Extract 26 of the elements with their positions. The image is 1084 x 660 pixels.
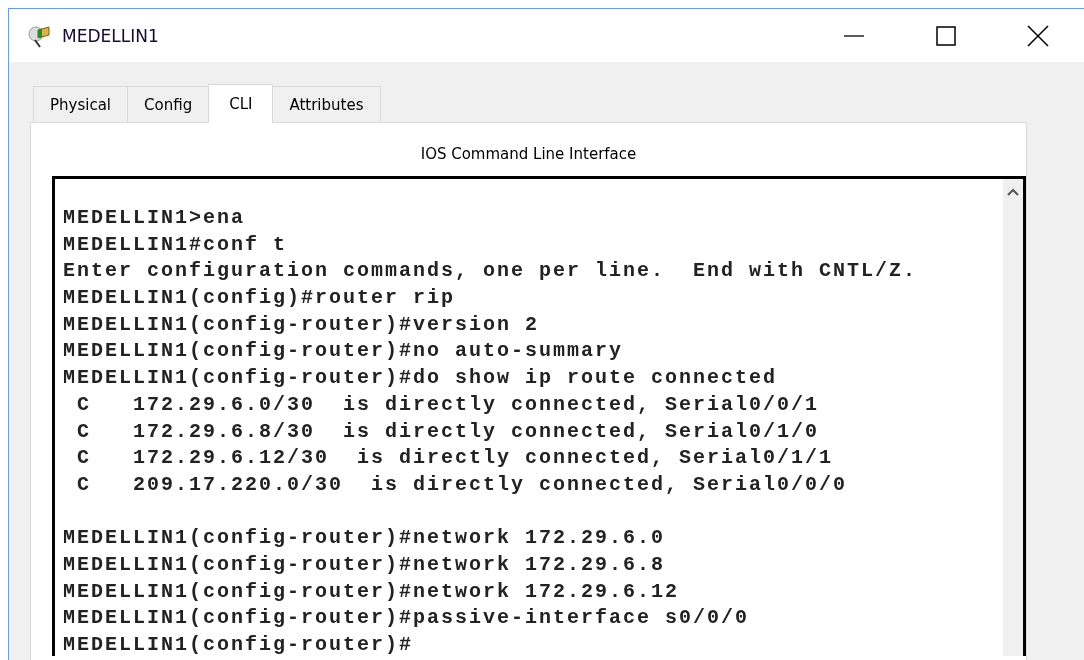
terminal-line: C 209.17.220.0/30 is directly connected, Serial0/0/0 (76, 471, 848, 498)
maximize-icon (936, 25, 956, 46)
terminal-line: MEDELLIN1(config-router)#do show ip route connected (63, 365, 778, 392)
tab[interactable]: Attributes (272, 86, 381, 122)
close-icon (1027, 24, 1049, 47)
terminal-line: MEDELLIN1#conf t (63, 231, 288, 258)
minimize-icon (844, 34, 864, 37)
terminal-line: MEDELLIN1(config-router)#no auto-summary (63, 338, 624, 365)
terminal-line: MEDELLIN1(config-router)#network 172.29.6.0 (63, 525, 666, 552)
terminal-line: MEDELLIN1(config-router)#network 172.29.6.8 (63, 551, 666, 578)
terminal-line: Enter configuration commands, one per line. End with CNTL/Z. (63, 258, 918, 285)
terminal-line: MEDELLIN1>ena (63, 205, 246, 231)
panel-heading: IOS Command Line Interface (420, 145, 637, 163)
terminal-line: MEDELLIN1(config-router)#network 172.29.6.12 (63, 578, 680, 605)
window-title: MEDELLIN1 (62, 25, 159, 46)
terminal-line: MEDELLIN1(config)#router rip (63, 285, 456, 312)
scrollbar[interactable] (1003, 179, 1023, 656)
terminal-line: MEDELLIN1(config-router)#version 2 (63, 311, 540, 338)
terminal-line: C 172.29.6.12/30 is directly connected, Serial0/1/1 (76, 445, 834, 472)
terminal-line: MEDELLIN1(config-router)# (63, 632, 414, 656)
tab[interactable]: Physical (33, 86, 129, 122)
scroll-up-icon[interactable] (1007, 188, 1019, 196)
terminal-line: C 172.29.6.0/30 is directly connected, Serial0/0/1 (76, 391, 820, 418)
terminal-line: C 172.29.6.8/30 is directly connected, Serial0/1/0 (76, 418, 820, 445)
tab[interactable]: CLI (208, 84, 274, 123)
terminal-line: MEDELLIN1(config-router)#passive-interface s0/0/0 (63, 605, 750, 632)
